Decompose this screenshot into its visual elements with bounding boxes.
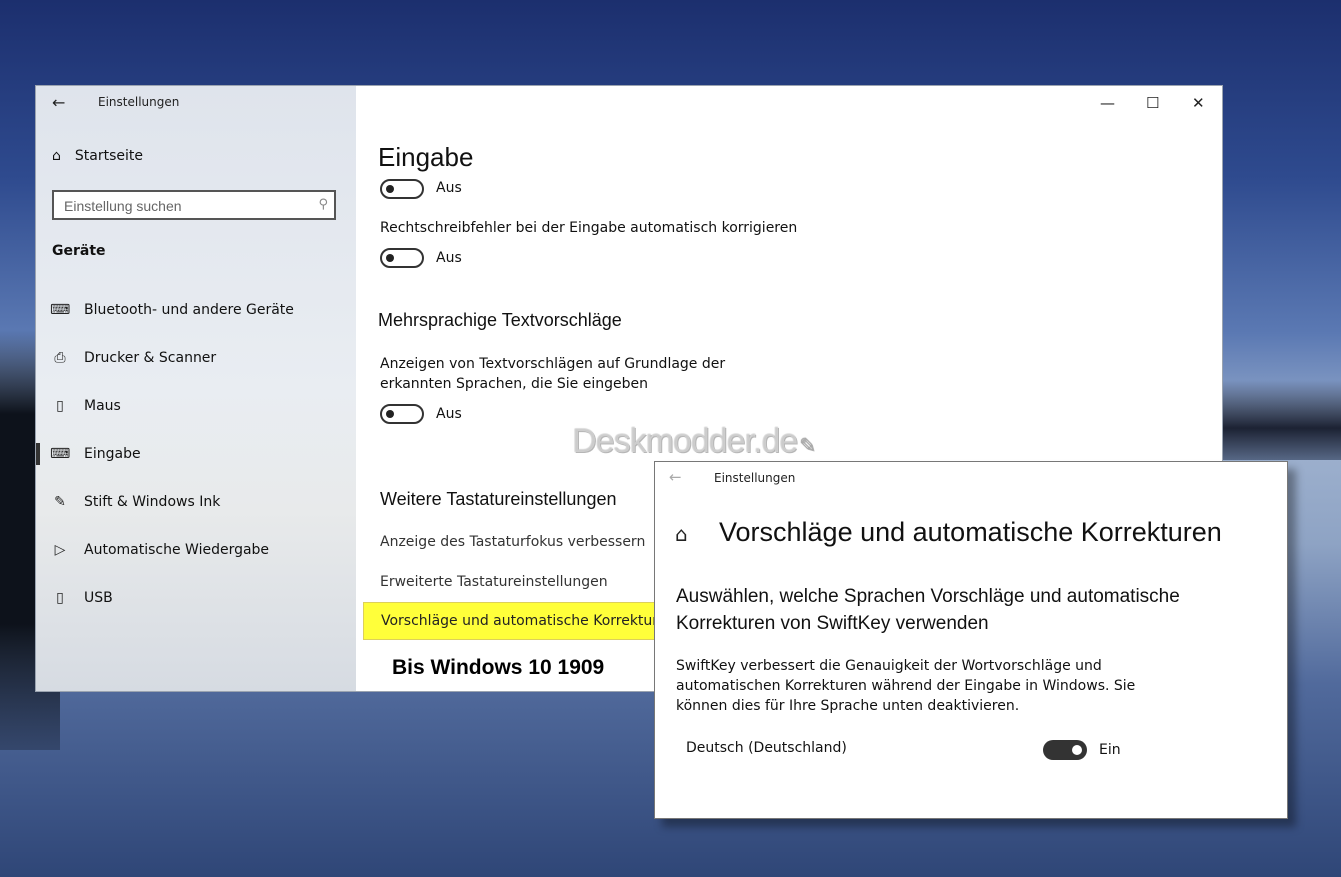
category-heading: Geräte [52, 243, 106, 259]
watermark-pen-icon: ✎ [799, 435, 816, 457]
home-icon: ⌂ [52, 148, 61, 164]
version-caption: Bis Windows 10 1909 [392, 656, 605, 679]
link-keyboard-focus[interactable]: Anzeige des Tastaturfokus verbessern [380, 534, 645, 550]
sidebar-item-label: Drucker & Scanner [84, 350, 217, 366]
toggle-language-swiftkey[interactable] [1043, 740, 1087, 760]
usb-icon: ▯ [56, 590, 64, 606]
sidebar-item-label: Bluetooth- und andere Geräte [84, 302, 294, 318]
popup-window-title: Einstellungen [714, 471, 796, 485]
search-box[interactable]: ⚲ [52, 190, 336, 220]
popup-description: SwiftKey verbessert die Genauigkeit der … [676, 658, 1136, 714]
sidebar-item-usb[interactable]: ▯ USB [50, 586, 113, 610]
home-label: Startseite [74, 148, 143, 164]
sidebar-item-autoplay[interactable]: ▷ Automatische Wiedergabe [50, 538, 269, 562]
keyboard-device-icon: ⌨ [50, 302, 71, 318]
toggle-state-label: Aus [436, 180, 462, 196]
link-advanced-keyboard[interactable]: Erweiterte Tastatureinstellungen [380, 574, 608, 590]
keyboard-icon: ⌨ [50, 446, 71, 462]
popup-settings-window: ← Einstellungen ⌂ Vorschläge und automat… [654, 461, 1288, 819]
sidebar-item-typing[interactable]: ⌨ Eingabe [50, 442, 141, 466]
toggle-autocorrect[interactable] [380, 248, 424, 268]
sidebar-item-printers[interactable]: ⎙ Drucker & Scanner [50, 346, 216, 370]
toggle-knob [386, 410, 394, 418]
popup-page-title: Vorschläge und automatische Korrekturen [719, 517, 1222, 547]
toggle-knob [1072, 745, 1082, 755]
sidebar-item-home[interactable]: ⌂ Startseite [52, 148, 143, 164]
watermark-text: Deskmodder.de [572, 422, 798, 460]
link-suggestions-autocorrect[interactable]: Vorschläge und automatische Korrekturen [381, 613, 675, 629]
highlighted-link-box[interactable]: Vorschläge und automatische Korrekturen [363, 602, 675, 640]
selection-indicator [36, 443, 40, 465]
back-arrow-icon[interactable]: ← [669, 468, 682, 486]
toggle-multilang[interactable] [380, 404, 424, 424]
toggle-knob [386, 185, 394, 193]
search-icon[interactable]: ⚲ [318, 197, 328, 212]
toggle-knob [386, 254, 394, 262]
search-input[interactable] [62, 193, 306, 219]
sidebar-item-label: Automatische Wiedergabe [84, 542, 270, 558]
printer-icon: ⎙ [54, 350, 66, 366]
toggle-state-label: Aus [436, 406, 462, 422]
sidebar-item-label: Eingabe [84, 446, 141, 462]
close-button[interactable]: ✕ [1192, 94, 1205, 112]
mouse-icon: ▯ [56, 398, 64, 414]
toggle-state-label: Ein [1099, 742, 1121, 758]
sidebar-item-label: USB [84, 590, 113, 606]
page-title: Eingabe [378, 142, 486, 173]
toggle-state-label: Aus [436, 250, 462, 266]
pen-icon: ✎ [54, 494, 66, 510]
sidebar-item-pen[interactable]: ✎ Stift & Windows Ink [50, 490, 220, 514]
autocorrect-label: Rechtschreibfehler bei der Eingabe autom… [380, 220, 798, 236]
sidebar: ← Einstellungen ⌂ Startseite ⚲ Geräte ⌨ … [36, 86, 356, 691]
maximize-button[interactable]: ☐ [1146, 94, 1159, 112]
multilang-description: Anzeigen von Textvorschlägen auf Grundla… [380, 356, 726, 392]
background-hills [1201, 380, 1341, 460]
autoplay-icon: ▷ [54, 542, 66, 558]
more-keyboard-heading: Weitere Tastatureinstellungen [380, 489, 617, 509]
back-arrow-icon[interactable]: ← [52, 93, 65, 112]
multilang-heading: Mehrsprachige Textvorschläge [378, 310, 622, 330]
sidebar-item-bluetooth[interactable]: ⌨ Bluetooth- und andere Geräte [50, 298, 294, 322]
language-label: Deutsch (Deutschland) [686, 740, 847, 756]
sidebar-item-mouse[interactable]: ▯ Maus [50, 394, 121, 418]
home-icon[interactable]: ⌂ [675, 522, 688, 546]
toggle-previous-setting[interactable] [380, 179, 424, 199]
minimize-button[interactable]: — [1100, 94, 1115, 112]
watermark: Deskmodder.de ✎ [572, 422, 816, 461]
sidebar-item-label: Maus [84, 398, 121, 414]
popup-subheading: Auswählen, welche Sprachen Vorschläge un… [676, 586, 1180, 634]
sidebar-item-label: Stift & Windows Ink [84, 494, 221, 510]
window-title: Einstellungen [98, 95, 180, 109]
